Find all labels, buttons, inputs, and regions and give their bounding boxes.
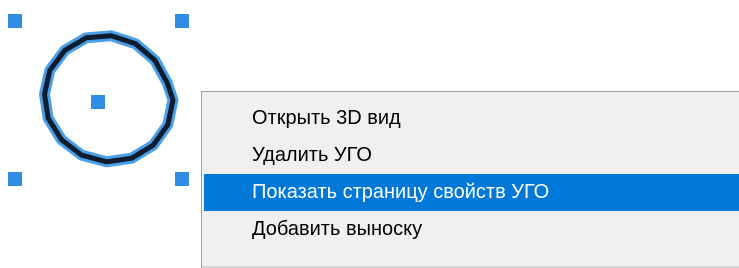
menu-item-add-callout[interactable]: Добавить выноску bbox=[204, 211, 739, 248]
grip-top-left[interactable] bbox=[8, 14, 22, 28]
drawing-canvas[interactable]: Открыть 3D вид Удалить УГО Показать стра… bbox=[0, 0, 739, 268]
selected-circle-symbol[interactable] bbox=[0, 0, 200, 200]
grip-bottom-right[interactable] bbox=[175, 172, 189, 186]
grip-bottom-left[interactable] bbox=[8, 172, 22, 186]
menu-item-label: Удалить УГО bbox=[252, 144, 372, 166]
menu-item-label: Показать страницу свойств УГО bbox=[252, 181, 550, 203]
context-menu: Открыть 3D вид Удалить УГО Показать стра… bbox=[201, 91, 739, 268]
grip-top-right[interactable] bbox=[175, 14, 189, 28]
context-menu-list: Открыть 3D вид Удалить УГО Показать стра… bbox=[202, 100, 739, 248]
menu-item-delete-symbol[interactable]: Удалить УГО bbox=[204, 137, 739, 174]
grip-center[interactable] bbox=[91, 95, 105, 109]
menu-item-label: Добавить выноску bbox=[252, 218, 423, 240]
menu-item-label: Открыть 3D вид bbox=[252, 107, 401, 129]
menu-item-open-3d-view[interactable]: Открыть 3D вид bbox=[204, 100, 739, 137]
menu-item-show-symbol-properties[interactable]: Показать страницу свойств УГО bbox=[204, 174, 739, 211]
